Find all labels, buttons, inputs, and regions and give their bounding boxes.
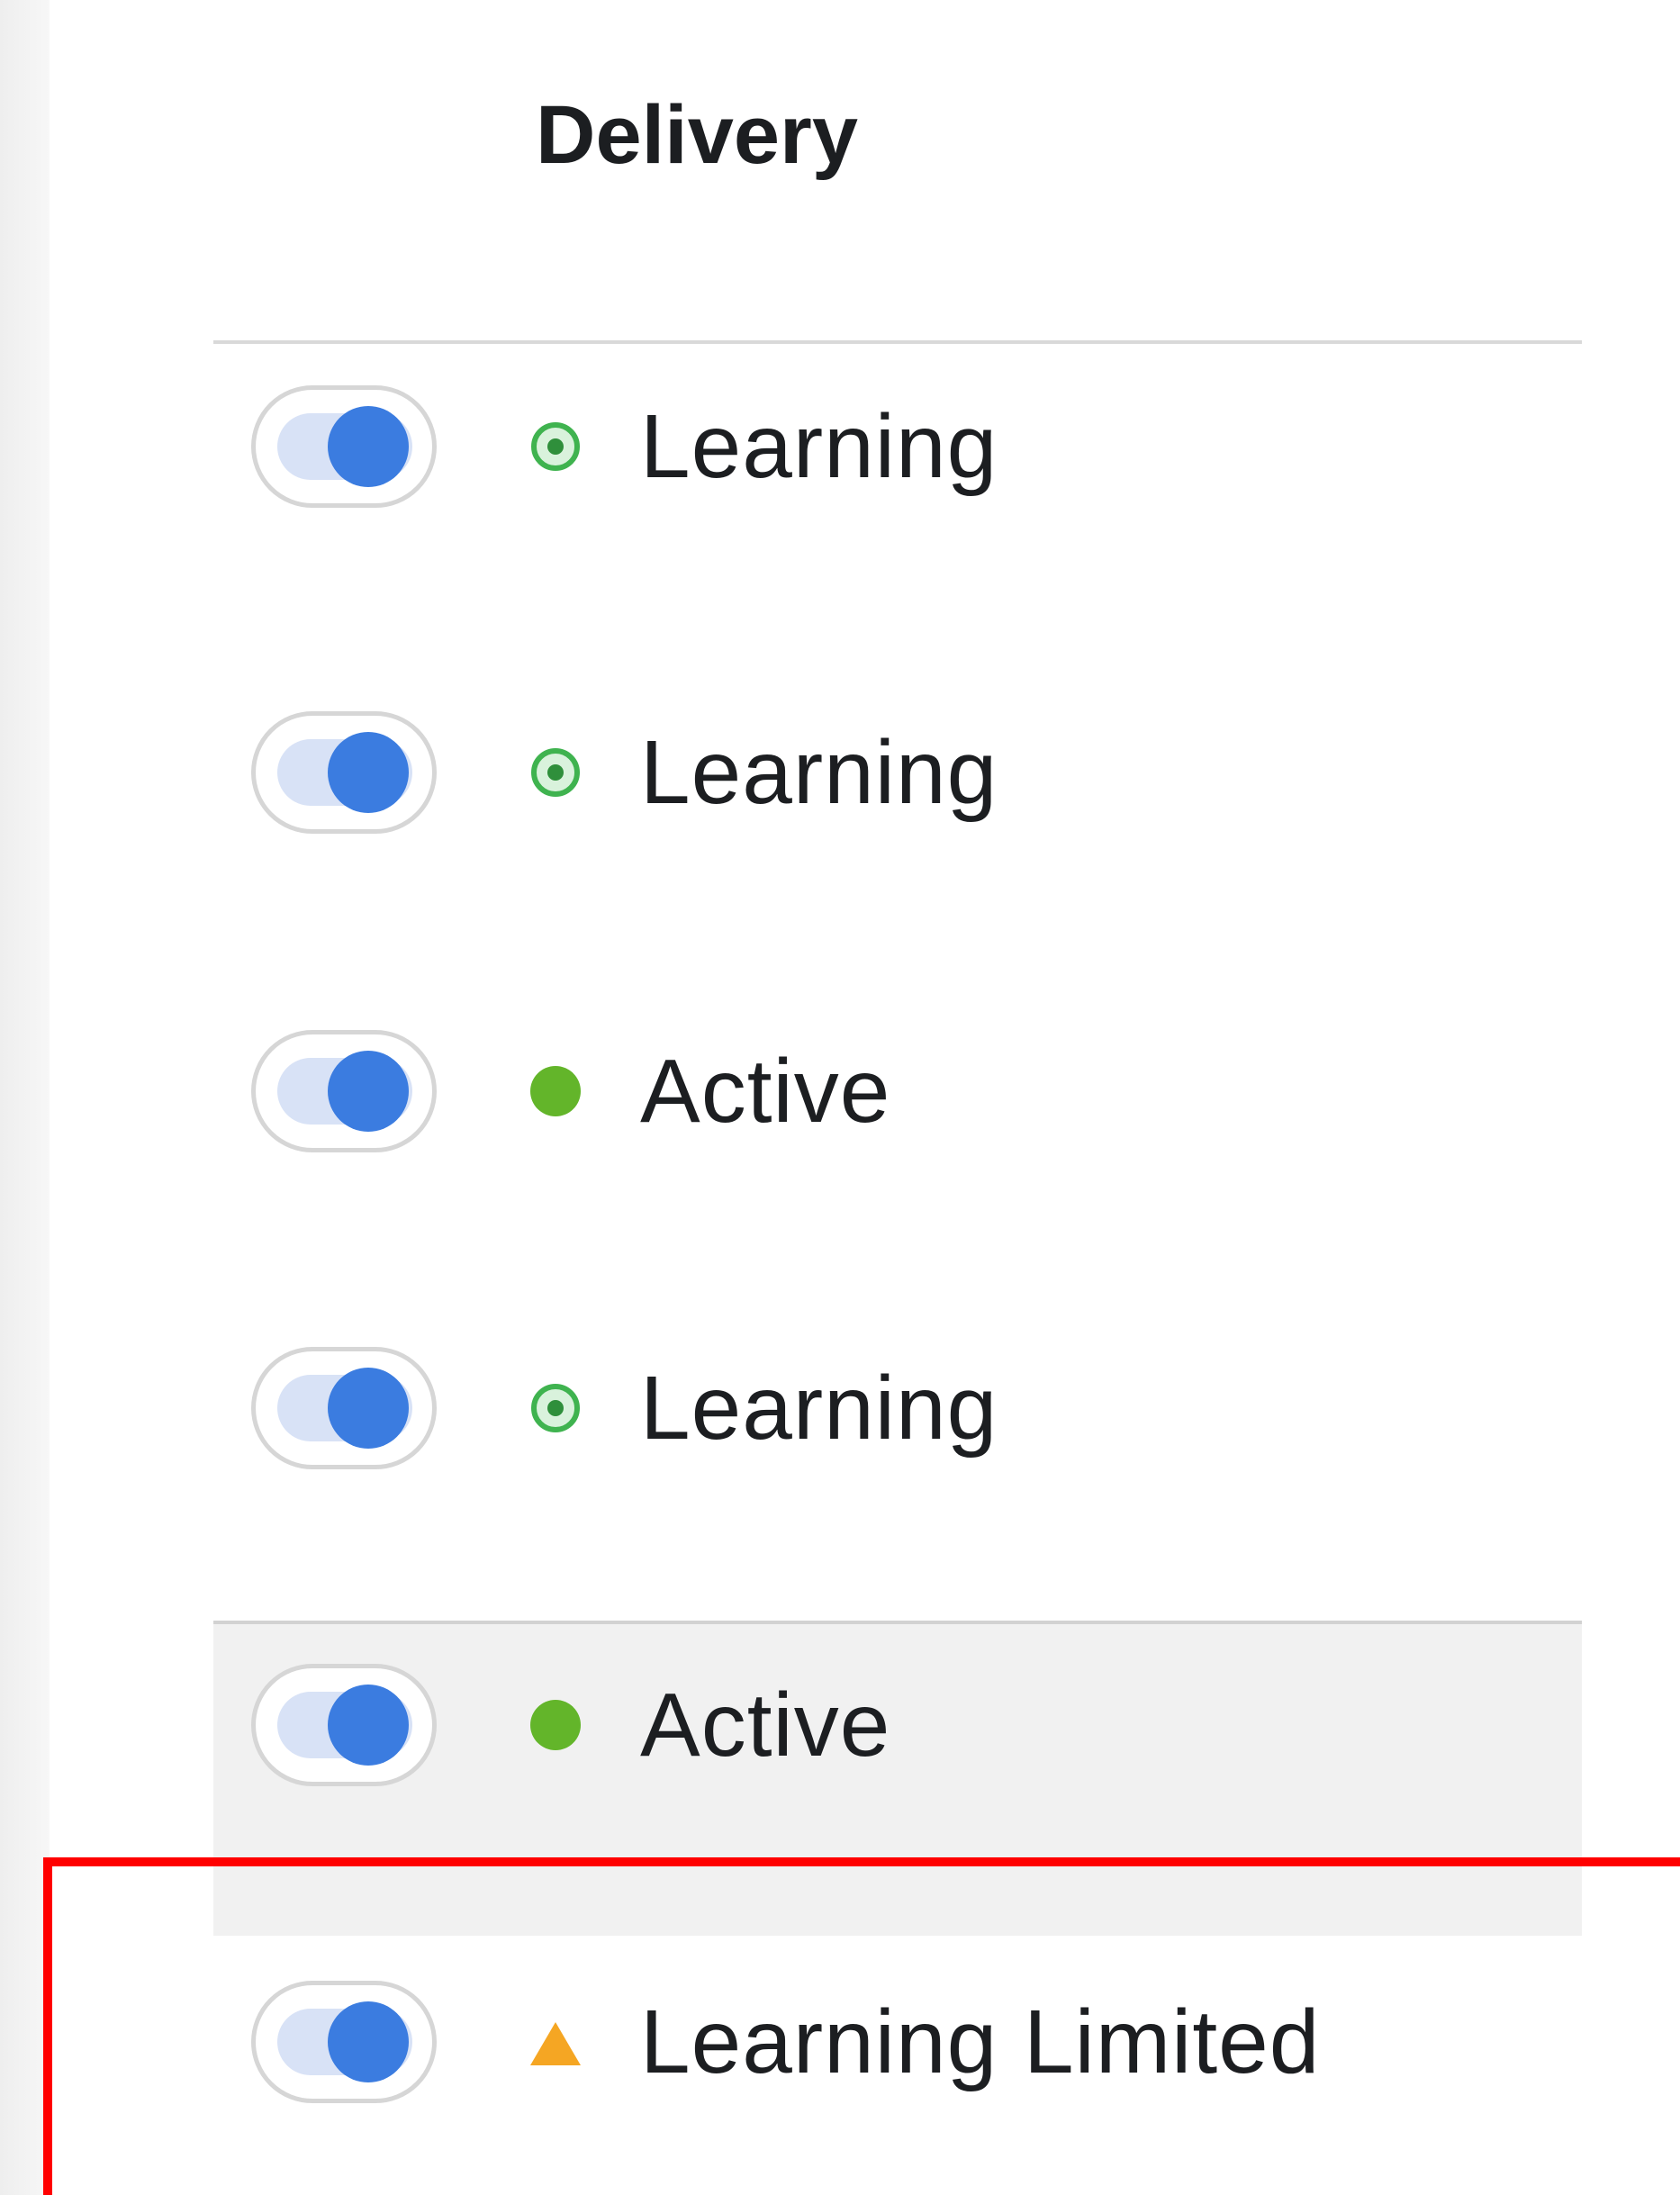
delivery-row: Learning bbox=[213, 385, 1582, 520]
delivery-row: Learning bbox=[213, 711, 1582, 846]
delivery-row: Learning bbox=[213, 1347, 1582, 1482]
delivery-status-label: Learning Limited bbox=[640, 1992, 1321, 2092]
delivery-status-label: Active bbox=[640, 1675, 891, 1775]
ad-toggle-switch[interactable] bbox=[251, 1664, 437, 1786]
row-divider bbox=[213, 1621, 1582, 1624]
toggle-knob bbox=[328, 406, 409, 487]
ad-toggle-switch[interactable] bbox=[251, 1030, 437, 1152]
ad-toggle-switch[interactable] bbox=[251, 1981, 437, 2103]
delivery-row: Active bbox=[213, 1030, 1582, 1165]
toggle-knob bbox=[328, 1368, 409, 1449]
toggle-knob bbox=[328, 1685, 409, 1766]
active-dot-icon bbox=[530, 1700, 581, 1750]
learning-status-icon bbox=[531, 1384, 580, 1432]
delivery-status-label: Learning bbox=[640, 1358, 998, 1459]
ad-toggle-switch[interactable] bbox=[251, 711, 437, 834]
delivery-row: Active bbox=[213, 1664, 1582, 1799]
delivery-row: Learning Limited bbox=[213, 1981, 1582, 2116]
ad-toggle-switch[interactable] bbox=[251, 385, 437, 508]
delivery-status-label: Learning bbox=[640, 396, 998, 497]
toggle-knob bbox=[328, 1051, 409, 1132]
toggle-knob bbox=[328, 2001, 409, 2082]
page: Delivery Learning Learning Active Learni… bbox=[0, 0, 1680, 2195]
ad-toggle-switch[interactable] bbox=[251, 1347, 437, 1469]
delivery-status-label: Active bbox=[640, 1041, 891, 1142]
header-divider bbox=[213, 340, 1582, 344]
learning-status-icon bbox=[531, 422, 580, 471]
toggle-knob bbox=[328, 732, 409, 813]
active-dot-icon bbox=[530, 1066, 581, 1116]
column-header-delivery: Delivery bbox=[536, 89, 859, 181]
warning-triangle-icon bbox=[530, 2022, 581, 2065]
delivery-status-label: Learning bbox=[640, 722, 998, 823]
learning-status-icon bbox=[531, 748, 580, 797]
